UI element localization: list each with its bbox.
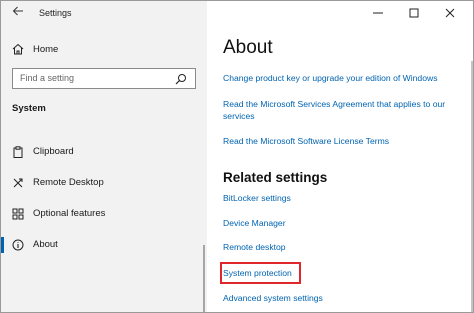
change-product-key-link[interactable]: Change product key or upgrade your editi… <box>223 72 459 84</box>
sidebar-item-label: Optional features <box>33 208 106 219</box>
sidebar-item-clipboard[interactable]: Clipboard <box>1 141 207 163</box>
page-title: About <box>223 37 273 58</box>
advanced-system-settings-link[interactable]: Advanced system settings <box>223 292 459 304</box>
license-terms-link[interactable]: Read the Microsoft Software License Term… <box>223 135 459 147</box>
services-agreement-link[interactable]: Read the Microsoft Services Agreement th… <box>223 98 459 122</box>
bitlocker-settings-link[interactable]: BitLocker settings <box>223 192 459 204</box>
sidebar: Settings Home Find a setting System Clip… <box>1 1 207 312</box>
optional-features-icon <box>12 208 24 220</box>
related-settings-heading: Related settings <box>223 170 328 185</box>
sidebar-item-remote-desktop[interactable]: Remote Desktop <box>1 172 207 194</box>
search-icon <box>175 74 186 85</box>
title-bar: Settings <box>1 1 207 27</box>
back-button[interactable] <box>9 5 27 21</box>
device-manager-link[interactable]: Device Manager <box>223 217 459 229</box>
search-input[interactable]: Find a setting <box>12 68 196 89</box>
minimize-icon[interactable] <box>371 6 385 20</box>
clipboard-icon <box>13 146 23 158</box>
sidebar-item-home[interactable]: Home <box>1 39 207 59</box>
app-title: Settings <box>39 8 72 18</box>
section-label: System <box>12 103 46 114</box>
remote-desktop-icon <box>13 178 23 188</box>
sidebar-item-label: Remote Desktop <box>33 177 104 188</box>
sidebar-item-label: Home <box>33 44 59 55</box>
close-icon[interactable] <box>443 6 457 20</box>
search-placeholder: Find a setting <box>20 73 75 83</box>
sidebar-item-optional-features[interactable]: Optional features <box>1 203 207 225</box>
sidebar-item-about[interactable]: About <box>1 234 207 256</box>
home-icon <box>12 43 24 55</box>
settings-window: Settings Home Find a setting System Clip… <box>0 0 474 313</box>
main-scrollbar[interactable] <box>471 61 473 312</box>
sidebar-scrollbar[interactable] <box>203 245 205 312</box>
maximize-icon[interactable] <box>407 6 421 20</box>
sidebar-item-label: Clipboard <box>33 146 74 157</box>
info-icon <box>12 239 24 251</box>
arrow-left-icon <box>12 6 23 16</box>
window-controls <box>365 1 473 27</box>
remote-desktop-link[interactable]: Remote desktop <box>223 241 459 253</box>
sidebar-item-label: About <box>33 239 58 250</box>
highlight-annotation <box>220 262 301 284</box>
